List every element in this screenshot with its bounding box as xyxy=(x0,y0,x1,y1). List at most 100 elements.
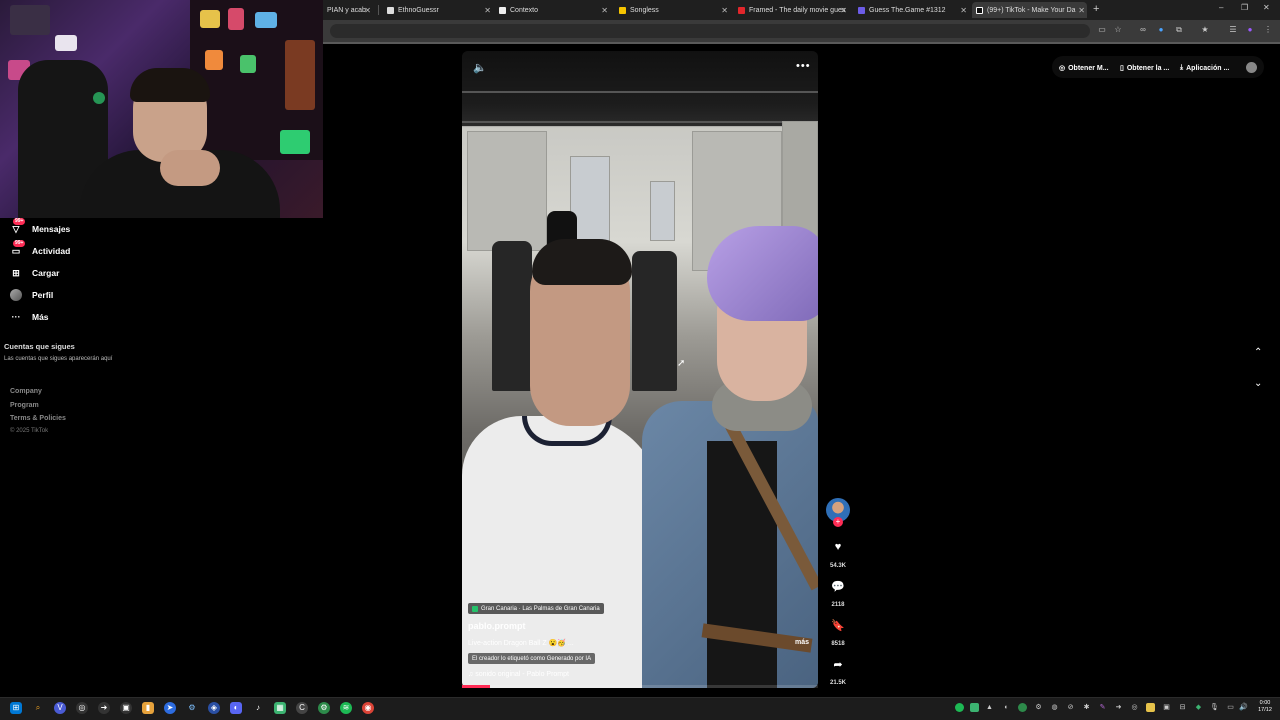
tab-close-icon[interactable]: ✕ xyxy=(721,6,728,15)
tab-close-icon[interactable]: ✕ xyxy=(960,6,967,15)
next-video-chevron-down-icon[interactable]: ⌄ xyxy=(1254,378,1262,389)
tab-6[interactable]: Guess The.Game #1312 ✕ xyxy=(854,2,969,18)
tray-app-icon[interactable] xyxy=(970,703,979,712)
tray-app-icon[interactable]: ▲ xyxy=(985,703,994,712)
discord-icon[interactable]: ◐ xyxy=(230,702,242,714)
author-username[interactable]: pablo.prompt xyxy=(468,621,526,631)
sidebar-item-mas[interactable]: ··· Más xyxy=(10,311,49,323)
profile-avatar[interactable] xyxy=(1246,62,1257,73)
close-window-button[interactable]: ✕ xyxy=(1263,3,1270,12)
save-button[interactable]: 🔖 xyxy=(828,619,848,632)
tab-close-icon[interactable]: ✕ xyxy=(364,6,371,15)
location-icon xyxy=(472,605,478,612)
tray-app-icon[interactable]: ➜ xyxy=(1114,703,1123,712)
tab-close-icon[interactable]: ✕ xyxy=(1078,6,1085,15)
cast-icon[interactable]: ▭ xyxy=(1097,25,1107,35)
sidebar-item-mensajes[interactable]: ▽ 99+ Mensajes xyxy=(10,218,70,235)
footer-link-terms[interactable]: Terms & Policies xyxy=(10,415,66,422)
share-button[interactable]: ➦ xyxy=(828,658,848,671)
microphone-icon[interactable]: 🎙 xyxy=(1210,703,1219,712)
app-icon[interactable]: ◈ xyxy=(208,702,220,714)
sidebar-item-perfil[interactable]: Perfil xyxy=(10,289,53,301)
tab-1[interactable]: PIAN y acab ✕ xyxy=(323,2,373,18)
tray-app-icon[interactable]: ◍ xyxy=(1050,703,1059,712)
bookmark-star-icon[interactable]: ☆ xyxy=(1113,25,1123,35)
chrome-icon[interactable]: ◉ xyxy=(362,702,374,714)
tab-tiktok-active[interactable]: (99+) TikTok - Make Your Da ✕ xyxy=(972,2,1087,18)
tab-3[interactable]: Contexto ✕ xyxy=(495,2,610,18)
address-bar[interactable] xyxy=(330,24,1090,38)
tray-app-icon[interactable]: ⊘ xyxy=(1066,703,1075,712)
volume-icon[interactable]: 🔈 xyxy=(473,61,487,74)
tab-5[interactable]: Framed - The daily movie gues ✕ xyxy=(734,2,849,18)
like-button[interactable]: ♥ xyxy=(828,541,848,553)
footer-link-company[interactable]: Company xyxy=(10,388,42,395)
like-count: 54.3K xyxy=(829,563,846,569)
maximize-button[interactable]: ❐ xyxy=(1241,3,1248,12)
tiktok-icon[interactable]: ♪ xyxy=(252,702,264,714)
search-icon[interactable]: ⌕ xyxy=(32,702,44,714)
tray-app-icon[interactable]: ◆ xyxy=(1194,703,1203,712)
clock-date: 17/12 xyxy=(1258,707,1272,713)
network-icon[interactable]: ▭ xyxy=(1226,703,1235,712)
tab-close-icon[interactable]: ✕ xyxy=(484,6,491,15)
tray-app-icon[interactable]: ✱ xyxy=(1082,703,1091,712)
sidebar-item-actividad[interactable]: ▭ 99+ Actividad xyxy=(10,240,70,257)
tray-app-icon[interactable]: ◎ xyxy=(1130,703,1139,712)
more-options-icon[interactable]: ••• xyxy=(796,60,811,72)
video-player[interactable] xyxy=(462,51,818,688)
more-vert-icon[interactable]: ⋮ xyxy=(1263,25,1273,35)
previous-video-chevron-up-icon[interactable]: ⌃ xyxy=(1254,347,1262,358)
spotify-icon[interactable]: ≋ xyxy=(340,702,352,714)
app-icon[interactable]: ▮ xyxy=(142,702,154,714)
tray-app-icon[interactable] xyxy=(1018,703,1027,712)
follow-plus-icon[interactable]: + xyxy=(833,517,843,527)
footer-link-program[interactable]: Program xyxy=(10,402,39,409)
extension-icon[interactable]: ● xyxy=(1156,25,1166,35)
coin-icon: ◎ xyxy=(1059,65,1066,72)
app-icon[interactable]: ◎ xyxy=(76,702,88,714)
start-button-windows-icon[interactable]: ⊞ xyxy=(10,702,22,714)
desktop-app-button[interactable]: ⤓ Aplicación ... xyxy=(1180,62,1229,74)
minimize-button[interactable]: – xyxy=(1219,3,1223,12)
webcam-overlay xyxy=(0,0,323,218)
tab-close-icon[interactable]: ✕ xyxy=(601,6,608,15)
app-icon[interactable]: C xyxy=(296,702,308,714)
sidebar-item-cargar[interactable]: ⊞ Cargar xyxy=(10,267,59,279)
bookmarks-icon[interactable]: ★ xyxy=(1200,25,1210,35)
more-icon: ··· xyxy=(11,312,21,322)
tab-2[interactable]: EthnoGuessr ✕ xyxy=(383,2,493,18)
video-progress-bar[interactable] xyxy=(462,685,818,688)
volume-tray-icon[interactable]: 🔊 xyxy=(1239,703,1248,712)
tab-label: (99+) TikTok - Make Your Da xyxy=(987,6,1076,14)
tray-app-icon[interactable]: ▣ xyxy=(1162,703,1171,712)
tray-discord-icon[interactable]: ◐ xyxy=(1002,703,1011,712)
caption-more-link[interactable]: más xyxy=(795,639,809,646)
system-clock[interactable]: 0:00 17/12 xyxy=(1252,700,1278,714)
get-coins-button[interactable]: ◎ Obtener M... xyxy=(1059,62,1109,74)
location-chip[interactable]: Gran Canaria · Las Palmas de Gran Canari… xyxy=(468,603,604,614)
sound-row[interactable]: ♫ sonido original - Pablo Prompt xyxy=(468,671,569,678)
tray-app-icon[interactable] xyxy=(1146,703,1155,712)
tray-app-icon[interactable]: ⊟ xyxy=(1178,703,1187,712)
app-icon[interactable]: ⚙ xyxy=(318,702,330,714)
tray-spotify-icon[interactable] xyxy=(955,703,964,712)
tray-app-icon[interactable]: ⚙ xyxy=(1034,703,1043,712)
get-app-button[interactable]: ▯ Obtener la ... xyxy=(1120,62,1169,74)
app-icon[interactable]: ▦ xyxy=(274,702,286,714)
app-icon[interactable]: ▣ xyxy=(120,702,132,714)
extension-icon[interactable]: ∞ xyxy=(1138,25,1148,35)
tray-app-icon[interactable]: ✎ xyxy=(1098,703,1107,712)
comment-button[interactable]: 💬 xyxy=(828,580,848,593)
new-tab-button[interactable]: + xyxy=(1093,3,1099,15)
steam-icon[interactable]: ⚙ xyxy=(186,702,198,714)
profile-icon[interactable]: ● xyxy=(1245,25,1255,35)
app-icon[interactable]: ➤ xyxy=(164,702,176,714)
app-icon[interactable]: V xyxy=(54,702,66,714)
tab-4[interactable]: Songless ✕ xyxy=(615,2,730,18)
streamer-hair xyxy=(130,68,210,102)
menu-icon[interactable]: ☰ xyxy=(1228,25,1238,35)
tab-close-icon[interactable]: ✕ xyxy=(840,6,847,15)
app-icon[interactable]: ➜ xyxy=(98,702,110,714)
puzzle-icon[interactable]: ⧉ xyxy=(1174,25,1184,35)
